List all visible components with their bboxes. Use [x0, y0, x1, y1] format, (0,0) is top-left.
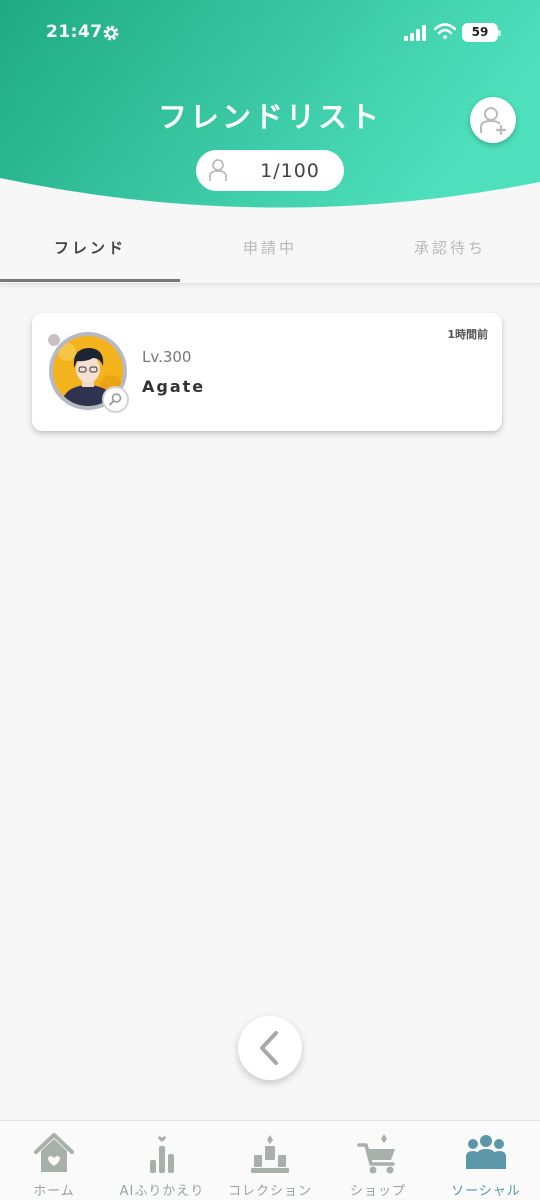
person-icon [209, 159, 227, 181]
friend-name: Agate [142, 377, 206, 396]
tab-awaiting-approval[interactable]: 承認待ち [360, 222, 540, 282]
friend-count: 1/100 [260, 160, 320, 182]
ai-review-icon [150, 1136, 174, 1173]
back-button[interactable] [238, 1016, 302, 1080]
friend-count-pill: 1/100 [196, 150, 344, 191]
tab-bar: フレンド 申請中 承認待ち [0, 222, 540, 284]
magnifier-icon [109, 393, 122, 406]
tab-pending-requests[interactable]: 申請中 [180, 222, 360, 282]
active-tab-indicator [0, 279, 180, 282]
status-bar: 21:47 59 [0, 0, 540, 66]
tab-friends[interactable]: フレンド [0, 222, 180, 282]
nav-label-shop: ショップ [349, 1184, 406, 1199]
chevron-left-icon [260, 1031, 278, 1065]
bottom-navigation: ホーム AIふりかえり コレクション ショップ ソーシャル [0, 1120, 540, 1200]
nav-home[interactable]: ホーム [0, 1121, 108, 1200]
friend-card[interactable]: Lv.300 Agate 1時間前 [32, 313, 502, 431]
nav-ai-review[interactable]: AIふりかえり [108, 1121, 216, 1200]
online-status-dot [48, 334, 60, 346]
page-title: フレンドリスト [157, 100, 382, 134]
nav-label-social: ソーシャル [451, 1184, 521, 1199]
cellular-signal-icon [404, 25, 426, 41]
nav-social[interactable]: ソーシャル [432, 1121, 540, 1200]
status-time: 21:47 [46, 22, 103, 42]
shop-cart-icon [357, 1134, 395, 1174]
nav-label-ai-review: AIふりかえり [119, 1184, 205, 1199]
add-friend-button[interactable] [470, 97, 516, 143]
home-icon [34, 1133, 74, 1172]
battery-icon: 59 [462, 23, 501, 42]
collection-icon [251, 1135, 289, 1173]
view-profile-button[interactable] [102, 386, 129, 413]
nav-shop[interactable]: ショップ [324, 1121, 432, 1200]
nav-label-home: ホーム [33, 1184, 75, 1199]
wifi-icon [434, 23, 456, 40]
last-seen-time: 1時間前 [447, 328, 488, 341]
friend-level: Lv.300 [142, 348, 192, 366]
gear-icon [103, 25, 119, 41]
nav-collection[interactable]: コレクション [216, 1121, 324, 1200]
add-friend-icon [480, 107, 507, 135]
nav-label-collection: コレクション [227, 1184, 312, 1199]
header: 21:47 59 フレンドリスト 1/100 [0, 0, 540, 210]
social-icon [466, 1135, 506, 1169]
